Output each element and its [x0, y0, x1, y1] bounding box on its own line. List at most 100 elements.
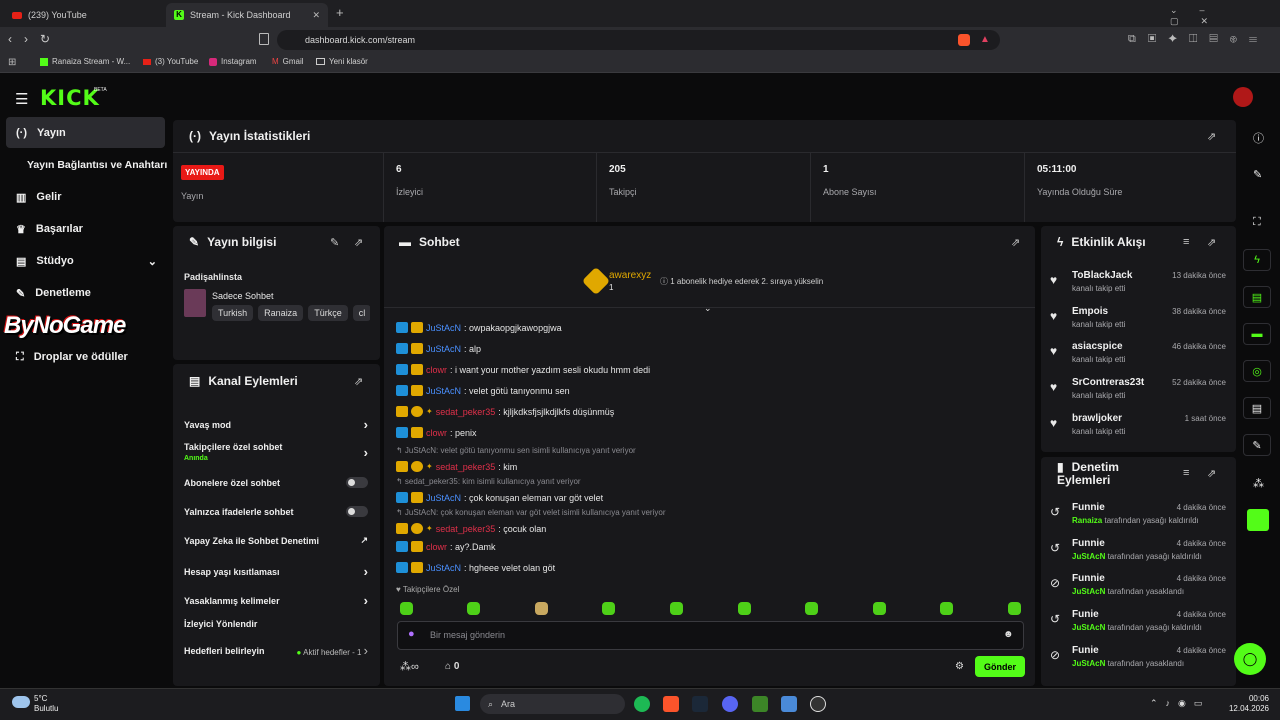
chat-username[interactable]: clowr: [426, 365, 447, 375]
windows-start-icon[interactable]: [455, 696, 470, 711]
kick-logo[interactable]: KICK: [40, 86, 100, 110]
tag-chip[interactable]: cl: [352, 305, 370, 321]
activity-item[interactable]: ♥ brawljoker 1 saat önce kanalı takip etti: [1050, 413, 1226, 436]
activity-item[interactable]: ♥ ToBlackJack 13 dakika önce kanalı takip e…: [1050, 270, 1226, 293]
activity-item[interactable]: ♥ SrContreras23t 52 dakika önce kanalı taki…: [1050, 377, 1226, 400]
subscribers-only-toggle[interactable]: [346, 477, 368, 488]
bookmark-folder[interactable]: Yeni klasör: [316, 57, 368, 66]
popout-icon[interactable]: ⇗: [354, 236, 363, 249]
rail-app-icon[interactable]: [1247, 509, 1269, 531]
rail-wrench-button[interactable]: ✎: [1243, 434, 1271, 456]
chat-username[interactable]: JuStAcN: [426, 323, 461, 333]
sidebar-item-denetleme[interactable]: ✎ Denetleme: [6, 278, 165, 308]
emote[interactable]: [940, 602, 953, 615]
emote[interactable]: [400, 602, 413, 615]
rail-broadcast-button[interactable]: ◎: [1243, 360, 1271, 382]
rewards-icon[interactable]: ▲: [980, 34, 990, 45]
popout-icon[interactable]: ⇗: [1011, 236, 1020, 249]
chat-message[interactable]: JuStAcN: velet götü tanıyonmu sen: [396, 385, 570, 396]
bookmark-icon[interactable]: [259, 33, 269, 45]
chat-settings-icon[interactable]: ⁂∞: [400, 660, 419, 673]
emote[interactable]: [1008, 602, 1021, 615]
moderation-item[interactable]: ⊘ Funnie 4 dakika önce JuStAcN tarafından y…: [1050, 573, 1226, 596]
nav-arrows[interactable]: ‹›↻: [8, 32, 62, 46]
filter-icon[interactable]: ≡: [1183, 467, 1189, 479]
rail-bolt-button[interactable]: ϟ: [1243, 249, 1271, 271]
url-field[interactable]: dashboard.kick.com/stream: [277, 30, 1000, 50]
emote[interactable]: [738, 602, 751, 615]
tag-chip[interactable]: Turkish: [212, 305, 254, 321]
filter-icon[interactable]: ≡: [1183, 236, 1189, 248]
steam-icon[interactable]: [692, 696, 708, 712]
chat-username[interactable]: sedat_peker35: [436, 462, 496, 472]
tab-kick-dashboard[interactable]: K Stream - Kick Dashboard ✕: [166, 3, 328, 27]
emote[interactable]: [467, 602, 480, 615]
emoji-icon[interactable]: ☻: [1003, 629, 1014, 640]
chat-username[interactable]: clowr: [426, 542, 447, 552]
chat-message[interactable]: JuStAcN: alp: [396, 343, 481, 354]
chat-message[interactable]: clowr: ay?.Damk: [396, 541, 496, 552]
ai-moderation-row[interactable]: Yapay Zeka ile Sohbet Denetimi ↗: [184, 535, 368, 546]
chat-username[interactable]: JuStAcN: [426, 344, 461, 354]
tag-chip[interactable]: Türkçe: [308, 305, 348, 321]
popout-icon[interactable]: ⇗: [1207, 467, 1216, 480]
minecraft-icon[interactable]: [752, 696, 768, 712]
chat-username[interactable]: clowr: [426, 428, 447, 438]
chat-username[interactable]: JuStAcN: [426, 493, 461, 503]
emote-only-toggle[interactable]: [346, 506, 368, 517]
sidebar-item-studyo[interactable]: ▤ Stüdyo ⌄: [6, 246, 165, 276]
emote[interactable]: [535, 602, 548, 615]
rail-chat-button[interactable]: ▬: [1243, 323, 1271, 345]
avatar[interactable]: [1233, 87, 1253, 107]
window-controls[interactable]: ⌄–▢✕: [1170, 5, 1280, 27]
taskbar-search[interactable]: ⌕ Ara: [480, 694, 625, 714]
new-tab-icon[interactable]: +: [336, 5, 344, 20]
slow-mode-row[interactable]: Yavaş mod ›: [184, 417, 368, 432]
obs-icon[interactable]: [810, 696, 826, 712]
chat-message[interactable]: clowr: penix: [396, 427, 477, 438]
banned-words-row[interactable]: Yasaklanmış kelimeler ›: [184, 593, 368, 608]
clock[interactable]: 00:06 12.04.2026: [1225, 694, 1269, 714]
chat-message[interactable]: clowr: i want your mother yazdım sesli o…: [396, 364, 650, 375]
sidebar-item-gelir[interactable]: ▥ Gelir: [6, 182, 165, 212]
followers-only-row[interactable]: Takipçilere özel sohbet Anında ›: [184, 442, 368, 462]
rail-notes-button[interactable]: ▤: [1243, 286, 1271, 308]
sidebar-item-stream-key[interactable]: Yayın Bağlantısı ve Anahtarı: [6, 150, 176, 180]
gear-icon[interactable]: ⚙: [955, 661, 964, 672]
category-name[interactable]: Sadece Sohbet: [212, 291, 274, 301]
microphone-icon[interactable]: ●: [408, 628, 415, 640]
popout-icon[interactable]: ⇗: [1207, 236, 1216, 249]
chat-username[interactable]: JuStAcN: [426, 386, 461, 396]
tab-youtube[interactable]: (239) YouTube: [4, 3, 164, 27]
weather-widget[interactable]: 5°C Bulutlu: [34, 694, 58, 714]
send-button[interactable]: Gönder: [975, 656, 1025, 677]
emote[interactable]: [873, 602, 886, 615]
info-icon[interactable]: ⓘ: [1253, 130, 1264, 146]
bookmark-instagram[interactable]: Instagram: [209, 57, 257, 66]
support-chat-button[interactable]: ◯: [1234, 643, 1266, 675]
popout-icon[interactable]: ⇗: [1207, 130, 1216, 143]
bookmark-gmail[interactable]: M Gmail: [272, 57, 304, 66]
chat-message[interactable]: JuStAcN: owpakaopgjkawopgjwa: [396, 322, 562, 333]
chat-message[interactable]: ✦ sedat_peker35: kim: [396, 461, 517, 472]
emote[interactable]: [670, 602, 683, 615]
goals-row[interactable]: Hedefleri belirleyin ● Aktif hedefler - 1…: [184, 643, 368, 658]
popout-icon[interactable]: ⇗: [354, 375, 363, 388]
moderation-item[interactable]: ↺ Funnie 4 dakika önce Ranaiza tarafından y…: [1050, 502, 1226, 525]
bookmark-youtube[interactable]: (3) YouTube: [143, 57, 198, 66]
chat-username[interactable]: sedat_peker35: [436, 407, 496, 417]
chat-message[interactable]: JuStAcN: hgheee velet olan göt: [396, 562, 555, 573]
sidebar-item-droplar[interactable]: ⛶ Droplar ve ödüller: [6, 342, 165, 372]
moderation-item[interactable]: ↺ Funie 4 dakika önce JuStAcN tarafından ya…: [1050, 609, 1226, 632]
chat-message[interactable]: JuStAcN: çok konuşan eleman var göt vele…: [396, 492, 603, 503]
category-thumbnail[interactable]: [184, 289, 206, 317]
close-icon[interactable]: ✕: [312, 10, 320, 21]
spotify-icon[interactable]: [634, 696, 650, 712]
sidebar-item-basarilar[interactable]: ♛ Başarılar: [6, 214, 165, 244]
emote[interactable]: [602, 602, 615, 615]
account-age-row[interactable]: Hesap yaşı kısıtlaması ›: [184, 564, 368, 579]
moderation-item[interactable]: ⊘ Funie 4 dakika önce JuStAcN tarafından ya…: [1050, 645, 1226, 668]
rail-share-icon[interactable]: ⁂: [1253, 477, 1264, 490]
bookmark-ranaiza[interactable]: Ranaiza Stream - W...: [40, 57, 130, 66]
collapse-icon[interactable]: ⌄: [704, 303, 712, 314]
